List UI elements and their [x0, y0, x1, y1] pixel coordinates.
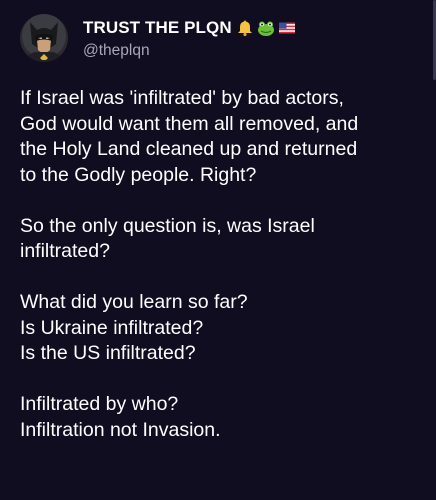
- body-line: If Israel was 'infiltrated' by bad actor…: [20, 87, 344, 109]
- body-line: God would want them all removed, and: [20, 112, 359, 135]
- frog-icon: [257, 19, 275, 37]
- body-line: infiltrated?: [20, 240, 110, 262]
- bell-icon: [236, 19, 254, 37]
- body-line: the Holy Land cleaned up and returned: [20, 138, 358, 160]
- author-handle[interactable]: @theplqn: [83, 42, 296, 60]
- body-line: Is Ukraine infiltrated?: [20, 316, 204, 339]
- post-card: TRUST THE PLQN @theplqn If Israel was 'i…: [0, 0, 436, 500]
- author-display-name[interactable]: TRUST THE PLQN: [83, 18, 232, 38]
- us-flag-icon: [278, 19, 296, 37]
- body-line: to the Godly people. Right?: [20, 163, 257, 186]
- display-name-row: TRUST THE PLQN: [83, 16, 296, 40]
- post-body: If Israel was 'infiltrated' by bad actor…: [20, 86, 420, 443]
- body-line: Infiltration not Invasion.: [20, 418, 221, 441]
- body-line: Is the US infiltrated?: [20, 342, 196, 364]
- post-header: TRUST THE PLQN @theplqn: [20, 10, 296, 66]
- author-info: TRUST THE PLQN @theplqn: [83, 16, 296, 60]
- body-line: So the only question is, was Israel: [20, 214, 315, 237]
- body-line: Infiltrated by who?: [20, 393, 179, 415]
- masked-hero-avatar-icon: [20, 14, 68, 62]
- body-line: What did you learn so far?: [20, 291, 248, 313]
- author-avatar[interactable]: [20, 14, 68, 62]
